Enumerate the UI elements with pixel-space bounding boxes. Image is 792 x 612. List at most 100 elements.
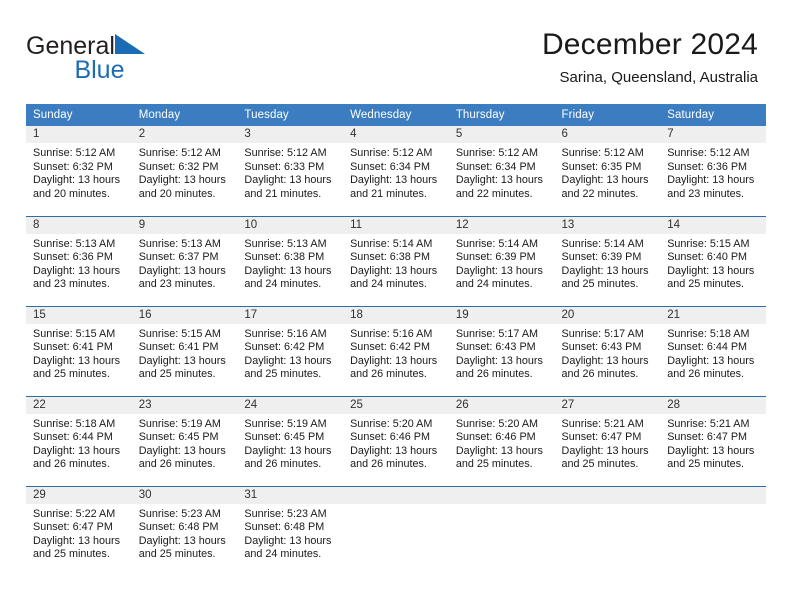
calendar-day-cell[interactable]: 25 Sunrise: 5:20 AM Sunset: 6:46 PM Dayligh…	[343, 395, 449, 486]
day-details: Sunrise: 5:12 AM Sunset: 6:33 PM Daylight:…	[237, 143, 343, 201]
daylight-text-line1: Daylight: 13 hours	[561, 174, 649, 187]
calendar-day-cell[interactable]: 21 Sunrise: 5:18 AM Sunset: 6:44 PM Dayligh…	[660, 305, 766, 396]
calendar-day-cell[interactable]: 19 Sunrise: 5:17 AM Sunset: 6:43 PM Dayligh…	[448, 305, 555, 396]
calendar-day-cell[interactable]: 10 Sunrise: 5:13 AM Sunset: 6:38 PM Dayligh…	[237, 215, 344, 306]
sunrise-text: Sunrise: 5:23 AM	[138, 507, 221, 520]
day-number: 16	[131, 306, 238, 324]
calendar-day-cell[interactable]: 8 Sunrise: 5:13 AM Sunset: 6:36 PM Daylight…	[26, 215, 132, 306]
day-number: 20	[554, 306, 661, 324]
daylight-text-line2: and 21 minutes.	[350, 187, 427, 200]
day-details	[555, 504, 661, 508]
daylight-text-line2: and 25 minutes.	[561, 458, 639, 471]
calendar-day-cell[interactable]: 17 Sunrise: 5:16 AM Sunset: 6:42 PM Dayligh…	[237, 305, 344, 396]
day-details: Sunrise: 5:21 AM Sunset: 6:47 PM Daylight:…	[660, 414, 766, 472]
daylight-text-line2: and 23 minutes.	[138, 278, 216, 291]
sunset-text: Sunset: 6:39 PM	[561, 251, 642, 264]
daylight-text-line2: and 25 minutes.	[33, 368, 110, 381]
calendar-day-cell[interactable]: 13 Sunrise: 5:14 AM Sunset: 6:39 PM Dayligh…	[554, 215, 661, 306]
daylight-text-line1: Daylight: 13 hours	[561, 444, 649, 457]
sunset-text: Sunset: 6:46 PM	[350, 431, 430, 444]
day-details: Sunrise: 5:21 AM Sunset: 6:47 PM Daylight:…	[555, 414, 661, 472]
day-number: 26	[448, 396, 555, 414]
calendar-day-cell[interactable]: 22 Sunrise: 5:18 AM Sunset: 6:44 PM Dayligh…	[26, 395, 132, 486]
daylight-text-line2: and 22 minutes.	[455, 187, 533, 200]
calendar-day-cell[interactable]: 11 Sunrise: 5:14 AM Sunset: 6:38 PM Dayligh…	[343, 215, 449, 306]
sunset-text: Sunset: 6:48 PM	[244, 521, 325, 534]
sunset-text: Sunset: 6:48 PM	[138, 521, 219, 534]
calendar-day-cell[interactable]: 28 Sunrise: 5:21 AM Sunset: 6:47 PM Dayligh…	[660, 395, 766, 486]
day-details: Sunrise: 5:15 AM Sunset: 6:40 PM Daylight:…	[660, 234, 766, 292]
sunrise-text: Sunrise: 5:17 AM	[561, 327, 644, 340]
sunrise-text: Sunrise: 5:13 AM	[138, 237, 221, 250]
calendar-day-cell[interactable]: 7 Sunrise: 5:12 AM Sunset: 6:36 PM Daylight…	[660, 126, 766, 216]
calendar-day-cell[interactable]: 16 Sunrise: 5:15 AM Sunset: 6:41 PM Dayligh…	[131, 305, 238, 396]
day-number: 23	[131, 396, 238, 414]
calendar-day-cell[interactable]: 6 Sunrise: 5:12 AM Sunset: 6:35 PM Daylight…	[554, 126, 661, 216]
calendar-day-cell[interactable]: 29 Sunrise: 5:22 AM Sunset: 6:47 PM Dayligh…	[26, 485, 132, 576]
calendar-day-cell[interactable]: 5 Sunrise: 5:12 AM Sunset: 6:34 PM Daylight…	[448, 126, 555, 216]
sunrise-text: Sunrise: 5:12 AM	[561, 147, 644, 159]
day-number: 13	[554, 216, 661, 234]
calendar-day-cell[interactable]: 3 Sunrise: 5:12 AM Sunset: 6:33 PM Daylight…	[237, 126, 344, 216]
day-details: Sunrise: 5:19 AM Sunset: 6:45 PM Daylight:…	[237, 414, 343, 472]
daylight-text-line1: Daylight: 13 hours	[561, 354, 649, 367]
calendar-day-cell[interactable]: 1 Sunrise: 5:12 AM Sunset: 6:32 PM Daylight…	[26, 126, 132, 216]
sunset-text: Sunset: 6:44 PM	[33, 431, 113, 444]
day-details: Sunrise: 5:13 AM Sunset: 6:36 PM Daylight:…	[26, 234, 132, 292]
daylight-text-line1: Daylight: 13 hours	[455, 354, 543, 367]
calendar-day-cell[interactable]: 30 Sunrise: 5:23 AM Sunset: 6:48 PM Dayligh…	[131, 485, 238, 576]
daylight-text-line2: and 23 minutes.	[667, 187, 745, 200]
calendar-day-cell[interactable]: 23 Sunrise: 5:19 AM Sunset: 6:45 PM Dayligh…	[131, 395, 238, 486]
calendar-day-cell[interactable]: 20 Sunrise: 5:17 AM Sunset: 6:43 PM Dayligh…	[554, 305, 661, 396]
daylight-text-line2: and 26 minutes.	[350, 368, 427, 381]
daylight-text-line2: and 25 minutes.	[667, 458, 745, 471]
daylight-text-line2: and 25 minutes.	[33, 548, 110, 561]
sunset-text: Sunset: 6:38 PM	[244, 251, 325, 264]
daylight-text-line2: and 25 minutes.	[138, 548, 216, 561]
calendar-day-cell[interactable]: 12 Sunrise: 5:14 AM Sunset: 6:39 PM Dayligh…	[448, 215, 555, 306]
calendar-day-cell[interactable]: 26 Sunrise: 5:20 AM Sunset: 6:46 PM Dayligh…	[448, 395, 555, 486]
calendar-day-cell[interactable]: 27 Sunrise: 5:21 AM Sunset: 6:47 PM Dayligh…	[554, 395, 661, 486]
sunrise-text: Sunrise: 5:17 AM	[455, 327, 539, 340]
day-details: Sunrise: 5:22 AM Sunset: 6:47 PM Daylight:…	[26, 504, 132, 562]
day-number: 2	[131, 126, 238, 143]
day-details: Sunrise: 5:12 AM Sunset: 6:36 PM Daylight:…	[660, 143, 766, 201]
general-blue-logo[interactable]: General Blue	[26, 28, 147, 83]
calendar-day-cell[interactable]: 9 Sunrise: 5:13 AM Sunset: 6:37 PM Daylight…	[131, 215, 238, 306]
sunset-text: Sunset: 6:41 PM	[138, 341, 219, 354]
day-details	[343, 504, 449, 508]
calendar-day-cell[interactable]: 14 Sunrise: 5:15 AM Sunset: 6:40 PM Dayligh…	[660, 215, 766, 306]
weekday-header-wednesday: Wednesday	[343, 104, 449, 126]
calendar-table: Sunday Monday Tuesday Wednesday Thursday…	[26, 104, 766, 576]
calendar-day-cell[interactable]: 4 Sunrise: 5:12 AM Sunset: 6:34 PM Daylight…	[343, 126, 449, 216]
sunset-text: Sunset: 6:47 PM	[667, 431, 748, 444]
day-number	[343, 486, 449, 504]
sunset-text: Sunset: 6:34 PM	[455, 160, 536, 173]
day-number: 5	[448, 126, 555, 143]
calendar-day-cell[interactable]: 2 Sunrise: 5:12 AM Sunset: 6:32 PM Daylight…	[131, 126, 238, 216]
daylight-text-line1: Daylight: 13 hours	[667, 354, 755, 367]
page-title: December 2024	[541, 28, 758, 61]
day-details: Sunrise: 5:23 AM Sunset: 6:48 PM Daylight:…	[132, 504, 238, 562]
daylight-text-line1: Daylight: 13 hours	[667, 444, 755, 457]
calendar-day-cell[interactable]: 24 Sunrise: 5:19 AM Sunset: 6:45 PM Dayligh…	[237, 395, 344, 486]
sunrise-text: Sunrise: 5:20 AM	[350, 417, 433, 430]
daylight-text-line1: Daylight: 13 hours	[138, 354, 226, 367]
calendar-week-row: 15 Sunrise: 5:15 AM Sunset: 6:41 PM Dayligh…	[26, 305, 766, 396]
calendar-day-cell[interactable]: 31 Sunrise: 5:23 AM Sunset: 6:48 PM Dayligh…	[237, 485, 344, 576]
brand-name-blue: Blue	[74, 56, 125, 84]
sunrise-text: Sunrise: 5:12 AM	[455, 147, 539, 159]
day-details: Sunrise: 5:12 AM Sunset: 6:35 PM Daylight:…	[555, 143, 661, 201]
day-number: 10	[237, 216, 344, 234]
daylight-text-line1: Daylight: 13 hours	[350, 264, 438, 277]
sunset-text: Sunset: 6:34 PM	[350, 160, 430, 173]
sunrise-text: Sunrise: 5:12 AM	[33, 147, 116, 159]
sunset-text: Sunset: 6:47 PM	[561, 431, 642, 444]
calendar-day-cell[interactable]: 15 Sunrise: 5:15 AM Sunset: 6:41 PM Dayligh…	[26, 305, 132, 396]
daylight-text-line1: Daylight: 13 hours	[138, 534, 226, 547]
day-number: 28	[660, 396, 766, 414]
sunset-text: Sunset: 6:40 PM	[667, 251, 748, 264]
calendar-day-cell[interactable]: 18 Sunrise: 5:16 AM Sunset: 6:42 PM Dayligh…	[343, 305, 449, 396]
calendar-empty-cell	[448, 485, 555, 576]
daylight-text-line2: and 25 minutes.	[138, 368, 216, 381]
